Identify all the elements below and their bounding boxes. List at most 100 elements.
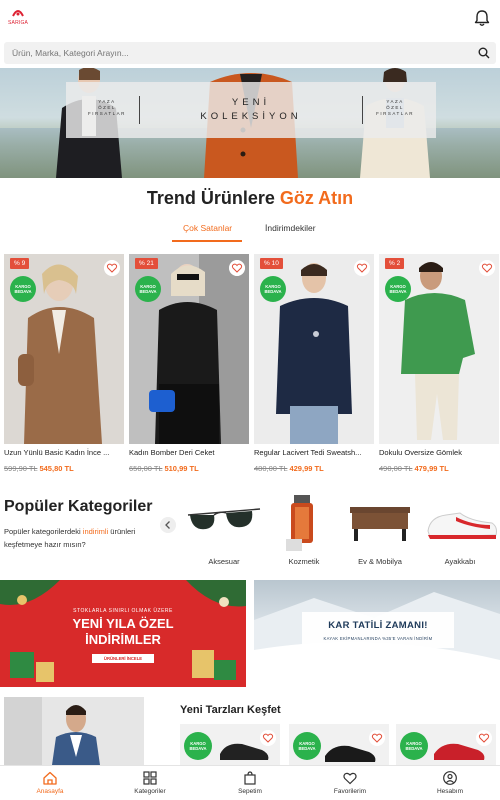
nav-label: Anasayfa	[36, 788, 64, 795]
nav-label: Kategoriler	[134, 788, 166, 795]
sneaker-icon	[427, 512, 497, 539]
product-name[interactable]: Dokulu Oversize Gömlek	[379, 448, 499, 457]
product-price: 490,00 TL 479,99 TL	[379, 464, 499, 473]
category-item-ev-mobilya[interactable]: Ev & Mobilya	[340, 495, 420, 570]
favorite-heart-icon[interactable]	[479, 260, 495, 276]
trend-tabs: Çok Satanlar İndirimdekiler	[0, 220, 500, 242]
explore-photo-man	[4, 697, 144, 765]
nav-item-cart[interactable]: Sepetim	[210, 770, 290, 800]
free-shipping-badge: KARGO BEDAVA	[400, 732, 428, 760]
product-name[interactable]: Regular Lacivert Tedi Sweatsh...	[254, 448, 374, 457]
old-price: 650,00 TL	[129, 464, 163, 473]
nav-label: Favorilerim	[333, 788, 367, 795]
favorite-heart-icon[interactable]	[354, 260, 370, 276]
promo-banner-new-year[interactable]: STOKLARLA SINIRLI OLMAK ÜZERE YENİ YILA …	[0, 580, 246, 687]
sunglasses-icon	[187, 508, 261, 530]
explore-product-card[interactable]: KARGO BEDAVA	[180, 724, 280, 766]
section-title-trend: Trend Ürünlere Göz Atın	[146, 188, 354, 208]
nav-label: Sepetim	[238, 788, 262, 795]
product-card[interactable]: % 9 KARGO BEDAVA Uzun Yünlü Basic Kadın İ…	[4, 254, 124, 479]
heart-icon	[343, 772, 357, 785]
discount-badge: % 9	[10, 258, 30, 269]
explore-product-card[interactable]: KARGO BEDAVA	[396, 724, 496, 766]
free-shipping-badge: KARGO BEDAVA	[260, 276, 286, 302]
carousel-prev-button[interactable]	[160, 517, 176, 533]
nav-item-home[interactable]: Anasayfa	[10, 770, 90, 800]
perfume-icon	[286, 495, 313, 551]
banner-text-card: KAR TATİLİ ZAMANI! KAYAK EKİPMANLARINDA …	[302, 612, 454, 648]
product-image[interactable]: % 2 KARGO BEDAVA	[379, 254, 499, 444]
banner-title: YENİ YILA ÖZEL İNDİRİMLER	[72, 616, 174, 647]
free-shipping-badge: KARGO BEDAVA	[135, 276, 161, 302]
free-shipping-badge: KARGO BEDAVA	[385, 276, 411, 302]
current-price: 545,80 TL	[39, 464, 74, 473]
current-price: 479,99 TL	[414, 464, 449, 473]
free-shipping-badge: KARGO BEDAVA	[184, 732, 212, 760]
logo-text: SARIGA	[8, 20, 29, 26]
old-price: 480,00 TL	[254, 464, 288, 473]
product-image[interactable]: % 21 KARGO BEDAVA	[129, 254, 249, 444]
categories-description: Popüler kategorilerdeki indirimli ürünle…	[4, 527, 136, 549]
hero-text-card: YAZA ÖZEL FIRSATLAR YENİ KOLEKSİYON YAZA…	[66, 82, 436, 138]
banner-title: KAR TATİLİ ZAMANI!	[328, 620, 428, 631]
hero-banner[interactable]: YAZA ÖZEL FIRSATLAR YENİ KOLEKSİYON YAZA…	[0, 68, 500, 178]
explore-product-card[interactable]: KARGO BEDAVA	[289, 724, 389, 766]
product-name[interactable]: Uzun Yünlü Basic Kadın İnce ...	[4, 448, 124, 457]
product-card[interactable]: % 21 KARGO BEDAVA Kadın Bomber Deri Ceket…	[129, 254, 249, 479]
free-shipping-badge: KARGO BEDAVA	[10, 276, 36, 302]
brand-logo[interactable]: SARIGA	[8, 8, 30, 28]
notification-bell-icon[interactable]	[472, 8, 492, 28]
active-tab-indicator	[172, 240, 242, 242]
nav-item-categories[interactable]: Kategoriler	[110, 770, 190, 800]
favorite-heart-icon[interactable]	[260, 730, 276, 746]
current-price: 510,99 TL	[164, 464, 199, 473]
nav-item-favorites[interactable]: Favorilerim	[310, 770, 390, 800]
discount-badge: % 10	[260, 258, 283, 269]
current-price: 429,99 TL	[289, 464, 324, 473]
category-item-aksesuar[interactable]: Aksesuar	[184, 495, 264, 570]
category-item-ayakkabi[interactable]: Ayakkabı	[420, 495, 500, 570]
product-image[interactable]: % 10 KARGO BEDAVA	[254, 254, 374, 444]
nav-item-account[interactable]: Hesabım	[410, 770, 490, 800]
discount-badge: % 2	[385, 258, 405, 269]
product-name[interactable]: Kadın Bomber Deri Ceket	[129, 448, 249, 457]
banner-small-text: STOKLARLA SINIRLI OLMAK ÜZERE	[73, 608, 173, 614]
product-card[interactable]: % 10 KARGO BEDAVA Regular Lacivert Tedi S…	[254, 254, 374, 479]
banner-subtitle: KAYAK EKİPMANLARINDA %35'E VARAN İNDİRİM	[323, 636, 433, 641]
discount-badge: % 21	[135, 258, 158, 269]
search-bar	[4, 42, 496, 64]
category-item-kozmetik[interactable]: Kozmetik	[264, 495, 344, 570]
section-title-explore: Yeni Tarzları Keşfet	[180, 704, 281, 716]
product-list: % 9 KARGO BEDAVA Uzun Yünlü Basic Kadın İ…	[0, 254, 500, 479]
home-icon	[43, 771, 57, 785]
category-label: Ayakkabı	[444, 557, 476, 566]
product-price: 650,00 TL 510,99 TL	[129, 464, 249, 473]
section-title-categories: Popüler Kategoriler	[4, 498, 153, 515]
free-shipping-badge: KARGO BEDAVA	[293, 732, 321, 760]
top-bar: SARIGA	[0, 0, 500, 40]
old-price: 599,90 TL	[4, 464, 38, 473]
hero-right-text: YAZA ÖZEL FIRSATLAR	[376, 99, 414, 116]
banner-cta-button[interactable]: ÜRÜNLERİ İNCELE	[92, 654, 154, 663]
favorite-heart-icon[interactable]	[104, 260, 120, 276]
product-price: 599,90 TL 545,80 TL	[4, 464, 124, 473]
explore-feature-image[interactable]	[4, 697, 144, 765]
favorite-heart-icon[interactable]	[369, 730, 385, 746]
promo-banner-ski[interactable]: KAR TATİLİ ZAMANI! KAYAK EKİPMANLARINDA …	[254, 580, 500, 687]
product-image[interactable]: % 9 KARGO BEDAVA	[4, 254, 124, 444]
tab-indirimdekiler[interactable]: İndirimdekiler	[265, 223, 316, 233]
desk-icon	[350, 507, 410, 541]
logo-icon	[12, 10, 24, 17]
favorite-heart-icon[interactable]	[476, 730, 492, 746]
tab-cok-satanlar[interactable]: Çok Satanlar	[183, 223, 232, 233]
grid-icon	[143, 771, 157, 785]
search-icon[interactable]	[478, 47, 490, 59]
favorite-heart-icon[interactable]	[229, 260, 245, 276]
old-price: 490,00 TL	[379, 464, 413, 473]
product-card[interactable]: % 2 KARGO BEDAVA Dokulu Oversize Gömlek 4…	[379, 254, 499, 479]
hero-divider-right	[362, 96, 363, 124]
search-input[interactable]	[4, 42, 464, 64]
bag-icon	[244, 771, 256, 785]
bottom-navigation: Anasayfa Kategoriler Sepetim Favorilerim…	[0, 765, 500, 800]
nav-label: Hesabım	[436, 788, 463, 795]
